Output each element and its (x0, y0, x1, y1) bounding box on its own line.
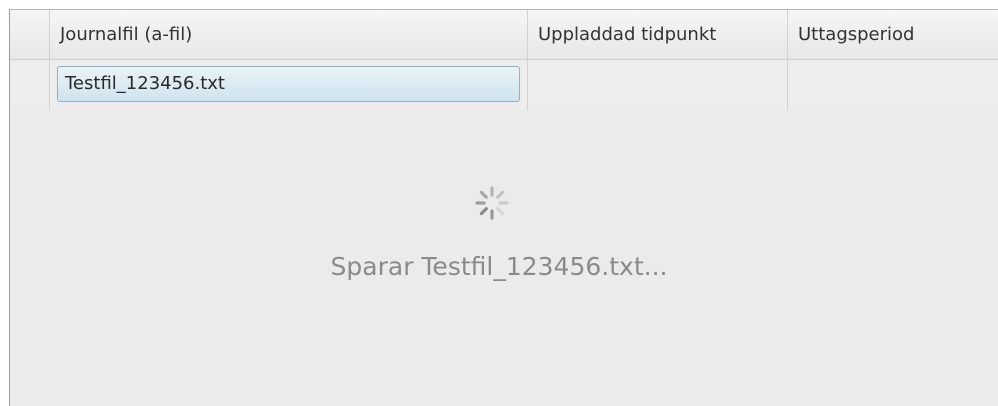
header-selector-column (10, 10, 50, 59)
grid-header: Journalfil (a-fil) Uppladdad tidpunkt Ut… (10, 10, 998, 60)
header-uttagsperiod[interactable]: Uttagsperiod (788, 10, 998, 59)
spinner-icon (475, 186, 509, 220)
journalfil-field[interactable]: Testfil_123456.txt (57, 66, 520, 102)
cell-uttagsperiod (788, 60, 998, 110)
loading-message: Sparar Testfil_123456.txt... (330, 252, 668, 281)
header-journalfil[interactable]: Journalfil (a-fil) (50, 10, 528, 59)
cell-uppladdad-tidpunkt (528, 60, 788, 110)
cell-journalfil[interactable]: Testfil_123456.txt (50, 60, 528, 110)
header-uppladdad-tidpunkt[interactable]: Uppladdad tidpunkt (528, 10, 788, 59)
row-selector[interactable] (10, 60, 50, 110)
table-row[interactable]: Testfil_123456.txt (10, 60, 998, 110)
file-grid: Journalfil (a-fil) Uppladdad tidpunkt Ut… (10, 10, 998, 110)
